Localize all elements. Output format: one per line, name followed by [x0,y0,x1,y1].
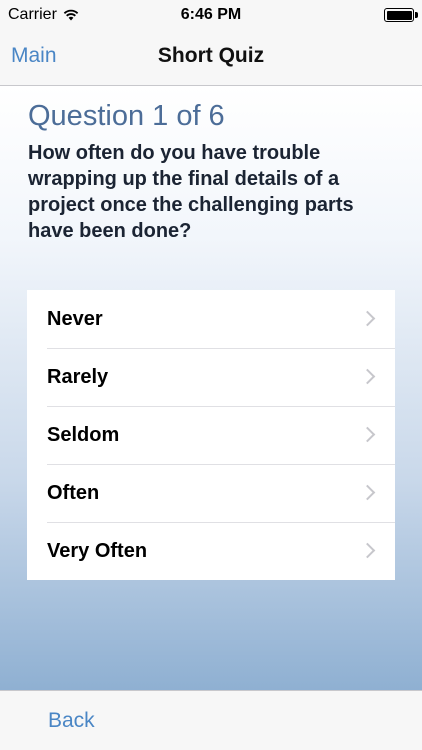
quiz-content: Question 1 of 6 How often do you have tr… [0,86,422,690]
answer-list: Never Rarely Seldom Often Very Often [27,290,395,580]
battery-fill [386,10,412,20]
chevron-right-icon [359,426,376,443]
answer-option-rarely[interactable]: Rarely [27,348,395,406]
answer-option-never[interactable]: Never [27,290,395,348]
answer-label: Never [47,307,103,330]
answer-option-often[interactable]: Often [27,464,395,522]
chevron-right-icon [359,484,376,501]
status-time: 6:46 PM [180,6,242,23]
chevron-right-icon [359,368,376,385]
back-button[interactable]: Back [48,709,95,733]
navigation-bar: Main Short Quiz [0,30,422,86]
answer-label: Very Often [47,539,148,562]
chevron-right-icon [359,542,376,559]
answer-label: Seldom [47,423,120,446]
answer-label: Rarely [47,365,109,388]
page-title: Short Quiz [157,44,265,67]
answer-label: Often [47,481,100,504]
chevron-right-icon [359,310,376,327]
answer-option-very-often[interactable]: Very Often [27,522,395,580]
question-number: Question 1 of 6 [28,100,225,132]
bottom-toolbar: Back [0,690,422,750]
battery-icon [384,8,418,22]
answer-option-seldom[interactable]: Seldom [27,406,395,464]
status-bar: Carrier 6:46 PM [0,0,422,30]
question-text: How often do you have trouble wrapping u… [28,142,354,242]
